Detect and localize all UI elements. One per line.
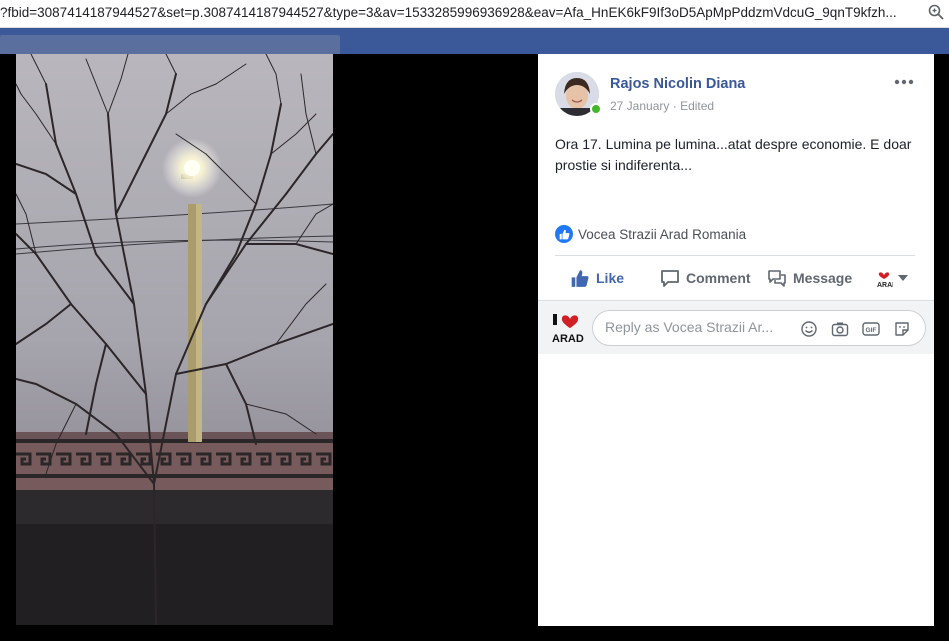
- message-label: Message: [793, 270, 853, 286]
- photo-image: [16, 54, 333, 625]
- reply-composer: ARAD GIF: [538, 300, 934, 354]
- browser-address-bar[interactable]: ?fbid=3087414187944527&set=p.30874141879…: [0, 0, 949, 28]
- message-button[interactable]: Message: [767, 266, 852, 290]
- divider: [555, 255, 915, 256]
- post-text: Ora 17. Lumina pe lumina...atat despre e…: [555, 136, 912, 173]
- online-status-indicator: [590, 103, 602, 115]
- post-date[interactable]: 27 January: [610, 99, 669, 113]
- post-detail-panel: Rajos Nicolin Diana 27 January · Edited …: [538, 54, 934, 626]
- like-label: Like: [596, 270, 625, 286]
- message-icon: [768, 269, 786, 287]
- gif-icon[interactable]: GIF: [862, 320, 880, 338]
- svg-text:ARAD: ARAD: [552, 333, 584, 345]
- post-photo[interactable]: [16, 54, 333, 625]
- background-search: [0, 35, 340, 55]
- reacted-page-name[interactable]: Vocea Strazii Arad Romania: [578, 227, 746, 242]
- meta-separator: ·: [672, 99, 677, 113]
- page-avatar-icon: ARAD: [877, 272, 893, 288]
- post-meta: 27 January · Edited: [610, 99, 714, 113]
- svg-text:ARAD: ARAD: [877, 282, 893, 288]
- reply-input-container[interactable]: GIF: [592, 310, 926, 346]
- comment-icon: [661, 269, 679, 287]
- like-reaction-icon: [555, 225, 573, 243]
- thumbs-up-icon: [571, 269, 589, 287]
- sticker-icon[interactable]: [893, 320, 911, 338]
- chevron-down-icon: [898, 275, 908, 281]
- i-love-arad-logo: ARAD: [552, 314, 584, 345]
- like-button[interactable]: Like: [570, 266, 624, 290]
- zoom-icon[interactable]: [927, 3, 945, 21]
- emoji-icon[interactable]: [800, 320, 818, 338]
- edited-label[interactable]: Edited: [680, 99, 714, 113]
- more-options-icon[interactable]: [894, 74, 914, 90]
- url-text[interactable]: ?fbid=3087414187944527&set=p.30874141879…: [0, 5, 897, 20]
- post-as-selector[interactable]: ARAD: [875, 266, 909, 290]
- author-name-link[interactable]: Rajos Nicolin Diana: [610, 76, 745, 92]
- comment-label: Comment: [686, 270, 751, 286]
- reply-input[interactable]: [605, 319, 790, 335]
- reactions-summary[interactable]: Vocea Strazii Arad Romania: [555, 224, 746, 244]
- post-actions-bar: Like Comment Message ARAD: [555, 260, 915, 296]
- comment-button[interactable]: Comment: [660, 266, 751, 290]
- camera-icon[interactable]: [831, 320, 849, 338]
- svg-text:GIF: GIF: [866, 327, 877, 334]
